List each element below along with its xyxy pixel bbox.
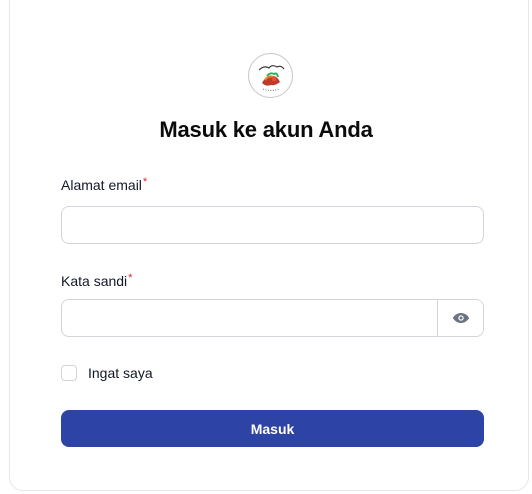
eye-icon xyxy=(452,313,469,323)
toggle-password-visibility-button[interactable] xyxy=(437,300,483,336)
login-button[interactable]: Masuk xyxy=(61,410,484,447)
brand-logo-icon xyxy=(258,64,284,91)
email-label-text: Alamat email xyxy=(61,177,142,193)
required-mark: * xyxy=(142,176,148,188)
page-title: Masuk ke akun Anda xyxy=(159,117,373,142)
password-label-text: Kata sandi xyxy=(61,273,128,289)
remember-me-label[interactable]: Ingat saya xyxy=(88,365,153,381)
remember-me-checkbox[interactable] xyxy=(61,365,77,381)
required-mark: * xyxy=(128,272,133,284)
password-field[interactable] xyxy=(62,300,437,336)
email-field[interactable] xyxy=(61,206,484,244)
remember-me-row: Ingat saya xyxy=(61,365,153,381)
brand-logo xyxy=(248,53,293,98)
password-label: Kata sandi* xyxy=(61,272,133,289)
email-label: Alamat email* xyxy=(61,176,148,193)
password-field-group xyxy=(61,299,484,337)
